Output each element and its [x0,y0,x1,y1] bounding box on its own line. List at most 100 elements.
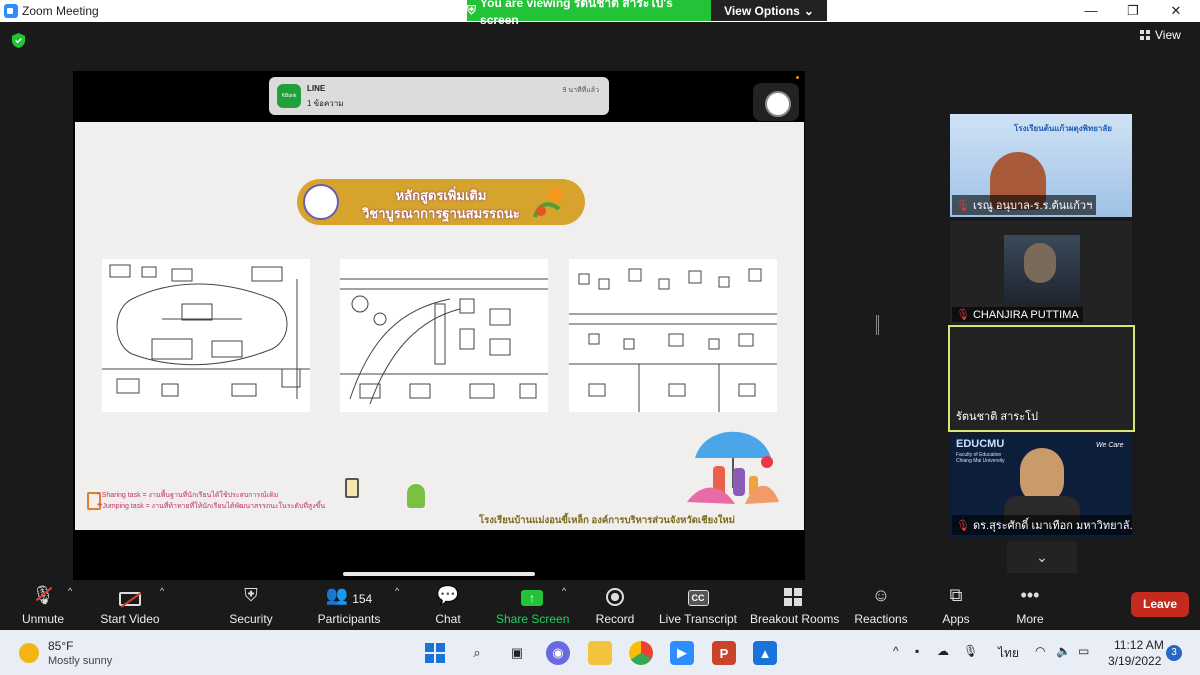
kbank-app-icon: KBank [277,84,301,108]
apps-label: Apps [942,612,970,626]
share-screen-button[interactable]: ↑ Share Screen [496,580,570,630]
record-icon [606,588,624,606]
share-options-caret-icon[interactable]: ^ [562,586,566,596]
edu-logo-subtext: Faculty of Education Chiang Mai Universi… [956,452,1005,464]
sun-weather-icon[interactable] [19,643,39,663]
participant-tile[interactable]: โรงเรียนต้นแก้วผดุงพิทยาลัย 🎙 เรณู อนุบา… [950,114,1132,217]
participant-tile[interactable]: 🎙 CHANJIRA PUTTIMA [950,221,1132,324]
video-muted-icon [119,592,142,608]
participant-name: รัตนชาติ สาระโป [956,411,1039,423]
apps-button[interactable]: ⧉ Apps [936,580,976,630]
student-map-drawing-3 [569,259,777,412]
task-notes: * Sharing task = งานพื้นฐานที่นักเรียนได… [97,490,325,512]
share-screen-icon: ↑ [521,590,543,606]
speaker-icon[interactable]: 🔈 [1056,644,1071,658]
edu-logo-text: EDUCMU [956,438,1005,450]
line-notification[interactable]: KBank LINE 1 ข้อความ 9 นาทีที่แล้ว [269,77,609,115]
slide-title-banner: หลักสูตรเพิ่มเติม วิชาบูรณาการฐานสมรรถนะ [297,179,585,225]
participant-name: CHANJIRA PUTTIMA [972,308,1079,321]
wifi-icon[interactable]: ◠ [1035,644,1045,658]
usb-device-icon[interactable]: ▪ [915,644,919,658]
notification-time: 9 นาทีที่แล้ว [562,87,599,94]
recording-indicator-dot [796,76,799,79]
windows-start-icon[interactable] [423,641,447,665]
search-icon[interactable]: ⌕ [465,641,489,665]
participant-name-tag: 🎙 CHANJIRA PUTTIMA [952,307,1083,322]
close-button[interactable]: ✕ [1158,1,1194,21]
participants-button[interactable]: 👥 154 Participants [316,580,382,630]
audio-options-caret-icon[interactable]: ^ [68,586,72,596]
mic-muted-icon: 🎙 [956,519,970,532]
weather-temperature[interactable]: 85°F [48,639,73,653]
chat-bubble-icon: 💬 [436,585,460,605]
participant-tile[interactable]: EDUCMU Faculty of Education Chiang Mai U… [950,434,1132,537]
notification-count-badge[interactable]: 3 [1166,645,1182,661]
powerpoint-icon[interactable]: P [712,641,736,665]
screen-record-button[interactable] [753,83,799,121]
file-explorer-icon[interactable] [588,641,612,665]
clock-time[interactable]: 11:12 AM [1114,638,1164,652]
school-name: โรงเรียนบ้านแม่งอนขี้เหล็ก องค์การบริหาร… [479,515,735,526]
presentation-slide: หลักสูตรเพิ่มเติม วิชาบูรณาการฐานสมรรถนะ [75,122,804,530]
meeting-toolbar: 🎙 Unmute ^ Start Video ^ ⛨ Security 👥154… [0,580,1200,630]
task-view-icon[interactable]: ▣ [505,641,529,665]
apps-icon: ⧉ [949,585,963,605]
screen-scroll-handle[interactable] [343,572,535,576]
share-screen-label: Share Screen [496,612,570,626]
chevron-down-icon: ⌄ [803,3,814,18]
school-banner-text: โรงเรียนต้นแก้วผดุงพิทยาลัย [1014,124,1112,133]
shared-screen[interactable]: KBank LINE 1 ข้อความ 9 นาทีที่แล้ว หลักส… [73,71,805,580]
photos-icon[interactable]: ▲ [753,641,777,665]
reactions-button[interactable]: ☺ Reactions [852,580,910,630]
unmute-label: Unmute [21,612,65,626]
reactions-label: Reactions [854,612,908,626]
show-hidden-icons-chevron-icon[interactable]: ^ [893,644,899,658]
windows-taskbar: 85°F Mostly sunny ⌕ ▣ ◉ ▶ P ▲ ^ ▪ ☁ 🎙 ไท… [0,630,1200,675]
scroll-participants-down-button[interactable]: ⌄ [1007,541,1077,573]
battery-icon[interactable]: ▭ [1078,644,1089,658]
participant-name-tag: 🎙 ดร.สุระศักดิ์ เมาเทือก มหาวิทยาลั... [952,515,1132,535]
shield-icon: ⛨ [244,585,258,605]
clock-date[interactable]: 3/19/2022 [1108,654,1161,668]
view-button[interactable]: View [1140,28,1181,42]
input-language[interactable]: ไทย [998,644,1019,663]
chrome-icon[interactable] [629,641,653,665]
view-options-label: View Options [724,3,800,18]
viewing-banner-text: You are viewing รัตนชาติ สาระโป's screen [480,0,673,27]
security-button[interactable]: ⛨ Security [226,580,276,630]
mic-muted-icon: 🎙 [956,199,970,212]
leave-meeting-button[interactable]: Leave [1131,592,1189,617]
weather-condition[interactable]: Mostly sunny [48,655,112,667]
minimize-button[interactable]: — [1073,1,1109,21]
chat-button[interactable]: 💬 Chat [428,580,468,630]
onedrive-cloud-icon[interactable]: ☁ [937,644,949,658]
more-button[interactable]: ••• More [1010,580,1050,630]
video-options-caret-icon[interactable]: ^ [160,586,164,596]
participants-count: 154 [352,592,373,606]
start-video-button[interactable]: Start Video [98,580,162,630]
smiley-plus-icon: ☺ [871,585,891,605]
record-button[interactable]: Record [594,580,636,630]
breakout-rooms-label: Breakout Rooms [750,612,840,626]
closed-caption-icon: CC [687,590,709,606]
participants-options-caret-icon[interactable]: ^ [395,586,399,596]
unmute-button[interactable]: 🎙 Unmute [18,580,68,630]
teams-chat-icon[interactable]: ◉ [546,641,570,665]
participant-tile-active-speaker[interactable]: รัตนชาติ สาระโป [948,325,1135,432]
view-options-button[interactable]: View Options ⌄ [711,0,827,21]
sharing-task-note: * Sharing task = งานพื้นฐานที่นักเรียนได… [97,492,279,499]
live-transcript-button[interactable]: CC Live Transcript [658,580,738,630]
zoom-taskbar-icon[interactable]: ▶ [670,641,694,665]
zoom-logo-icon [4,4,18,18]
notification-message: 1 ข้อความ [307,99,344,108]
microphone-tray-icon[interactable]: 🎙 [963,644,978,658]
viewing-banner: ⛨ You are viewing รัตนชาติ สาระโป's scre… [467,0,711,27]
breakout-rooms-button[interactable]: Breakout Rooms [750,580,840,630]
participant-face [1024,243,1056,283]
record-label: Record [595,612,635,626]
panel-splitter-handle[interactable] [876,315,879,335]
maximize-button[interactable]: ❐ [1115,1,1151,21]
encryption-shield-icon[interactable] [11,33,26,48]
live-transcript-label: Live Transcript [658,612,738,626]
we-care-text: We Care [1096,442,1124,449]
